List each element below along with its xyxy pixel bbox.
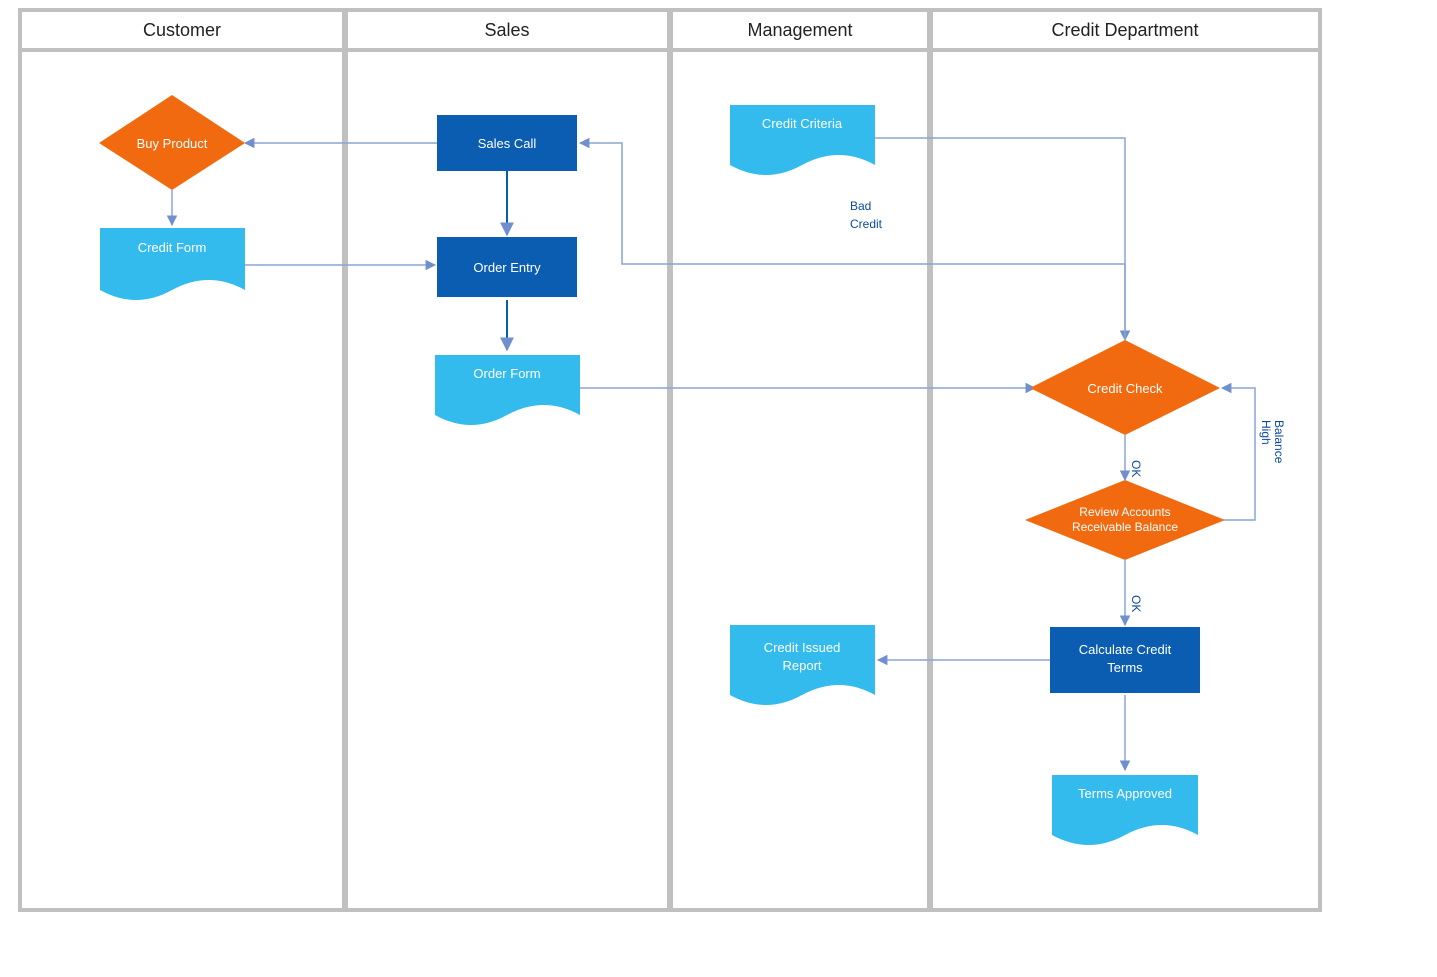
lane-header-management: Management — [747, 20, 852, 40]
node-credit-criteria: Credit Criteria — [730, 105, 875, 175]
edge-label-ok1: OK — [1129, 460, 1143, 477]
node-terms-approved: Terms Approved — [1052, 775, 1198, 845]
label-buy-product: Buy Product — [137, 136, 208, 151]
edge-label-ok2: OK — [1129, 595, 1143, 612]
node-credit-check: Credit Check — [1030, 340, 1220, 435]
label-order-entry: Order Entry — [473, 260, 541, 275]
label-calc-terms-2: Terms — [1107, 660, 1143, 675]
label-order-form: Order Form — [473, 366, 540, 381]
label-credit-check: Credit Check — [1087, 381, 1163, 396]
node-credit-issued: Credit Issued Report — [730, 625, 875, 705]
node-order-entry: Order Entry — [437, 237, 577, 297]
edge-label-bad-credit-2: Credit — [850, 217, 883, 231]
label-terms-approved: Terms Approved — [1078, 786, 1172, 801]
label-sales-call: Sales Call — [478, 136, 537, 151]
label-credit-form: Credit Form — [138, 240, 207, 255]
edge-label-high-1: High — [1259, 420, 1273, 445]
node-calc-terms: Calculate Credit Terms — [1050, 627, 1200, 693]
lane-header-sales: Sales — [484, 20, 529, 40]
label-credit-issued-2: Report — [782, 658, 821, 673]
lane-header-credit: Credit Department — [1051, 20, 1198, 40]
label-credit-criteria: Credit Criteria — [762, 116, 843, 131]
swimlane-flowchart: Customer Sales Management Credit Departm… — [0, 0, 1437, 977]
label-calc-terms-1: Calculate Credit — [1079, 642, 1172, 657]
node-buy-product: Buy Product — [99, 95, 245, 190]
node-credit-form: Credit Form — [100, 228, 245, 300]
label-review-ar-1: Review Accounts — [1079, 505, 1170, 519]
lane-header-customer: Customer — [143, 20, 221, 40]
node-review-ar: Review Accounts Receivable Balance — [1025, 480, 1225, 560]
node-order-form: Order Form — [435, 355, 580, 425]
label-review-ar-2: Receivable Balance — [1072, 520, 1178, 534]
node-sales-call: Sales Call — [437, 115, 577, 171]
edge-label-bad-credit-1: Bad — [850, 199, 871, 213]
edge-label-high-2: Balance — [1272, 420, 1286, 464]
label-credit-issued-1: Credit Issued — [764, 640, 841, 655]
